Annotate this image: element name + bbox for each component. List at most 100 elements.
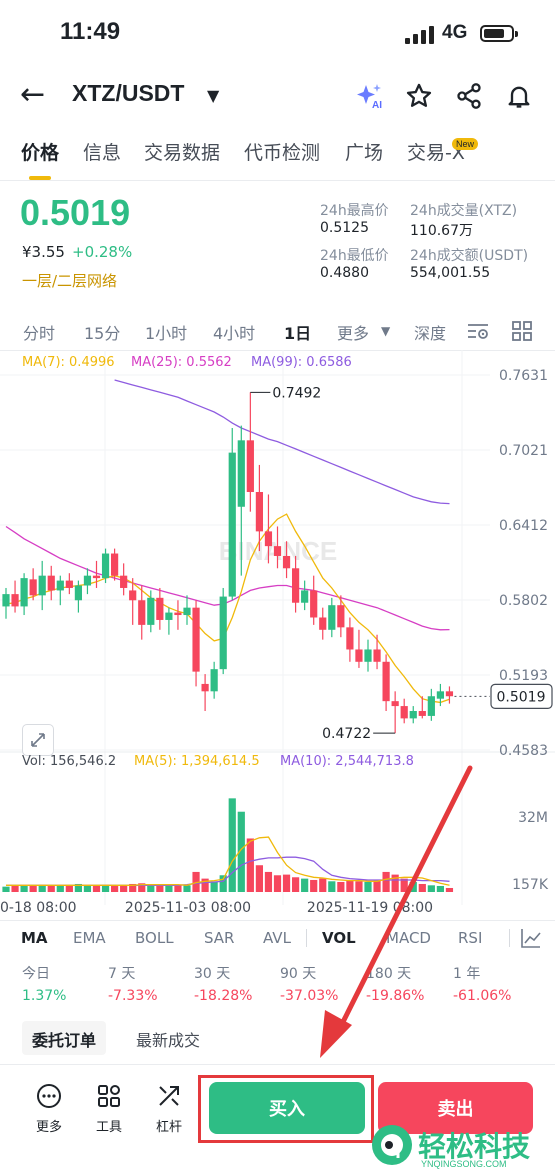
indicator-rsi[interactable]: RSI <box>458 929 482 947</box>
candle-body <box>210 669 218 692</box>
network-type: 4G <box>442 22 468 43</box>
indicator-macd[interactable]: MACD <box>386 929 431 947</box>
svg-text:AI: AI <box>372 100 382 111</box>
candle-body <box>120 575 128 588</box>
price-axis-label: 0.4583 <box>499 743 548 759</box>
volume-bar <box>264 871 273 892</box>
candle-body <box>29 579 37 596</box>
candle-body <box>147 597 155 625</box>
interval-depth[interactable]: 深度 <box>414 320 446 344</box>
candle-body <box>237 440 245 507</box>
volume-bar <box>301 878 309 892</box>
vol-legend: Vol: 156,546.2 <box>22 754 117 769</box>
interval-timeline[interactable]: 分时 <box>23 320 55 344</box>
interval-15m[interactable]: 15分 <box>84 320 120 344</box>
candle-body <box>174 612 182 616</box>
ma7-legend: MA(7): 0.4996 <box>22 355 115 370</box>
fullscreen-expand-icon[interactable] <box>22 724 54 756</box>
trading-pair-title[interactable]: XTZ/USDT <box>72 80 184 107</box>
star-favorite-icon[interactable] <box>403 80 435 112</box>
indicator-settings-icon[interactable] <box>520 927 542 953</box>
tools-grid-icon <box>95 1082 123 1110</box>
bottom-leverage-button[interactable]: 杠杆 <box>147 1082 191 1135</box>
volume-bar <box>92 885 101 892</box>
candle-body <box>192 607 200 672</box>
indicator-ma[interactable]: MA <box>21 929 48 947</box>
perf-label-1: 7 天 <box>108 966 136 982</box>
indicator-ema[interactable]: EMA <box>73 929 106 947</box>
share-icon[interactable] <box>453 80 485 112</box>
volume-bar <box>409 881 417 892</box>
volume-bar <box>20 885 28 892</box>
tab-info[interactable]: 信息 <box>83 138 121 165</box>
indicator-vol[interactable]: VOL <box>322 929 356 947</box>
candle-body <box>201 683 209 692</box>
tab-square[interactable]: 广场 <box>345 138 383 165</box>
stat-label-24h-volume: 24h成交量(XTZ) <box>410 203 518 219</box>
time-axis-label: 0-18 08:00 <box>0 900 77 916</box>
indicator-avl[interactable]: AVL <box>263 929 291 947</box>
ma25-legend: MA(25): 0.5562 <box>131 355 232 370</box>
volume-bar <box>183 885 191 892</box>
interval-1h[interactable]: 1小时 <box>145 320 187 344</box>
volume-axis-label: 32M <box>518 810 548 826</box>
tab-trading-data[interactable]: 交易数据 <box>144 138 220 165</box>
battery-icon <box>480 25 518 42</box>
bell-alert-icon[interactable] <box>503 80 535 112</box>
candle-body <box>47 575 55 591</box>
stat-value-24h-turnover: 554,001.55 <box>410 265 491 281</box>
network-tag[interactable]: 一层/二层网络 <box>22 270 117 291</box>
volume-bar <box>65 885 73 892</box>
candle-body <box>382 661 390 702</box>
volume-axis-label: 157K <box>512 877 549 893</box>
interval-more[interactable]: 更多 <box>337 320 369 344</box>
bottom-tools-label: 工具 <box>95 1120 122 1135</box>
volume-bar <box>29 885 37 892</box>
stat-value-24h-low: 0.4880 <box>320 265 369 281</box>
candle-body <box>2 594 10 607</box>
current-price-label: 0.5019 <box>497 689 546 705</box>
indicator-sar[interactable]: SAR <box>204 929 234 947</box>
candle-body <box>183 607 191 616</box>
volume-bar <box>174 885 182 892</box>
volume-bar <box>273 875 282 892</box>
interval-1d[interactable]: 1日 <box>284 320 311 344</box>
pair-dropdown-caret-icon[interactable]: ▼ <box>207 86 219 105</box>
layout-grid-icon[interactable] <box>511 320 533 346</box>
candle-body <box>219 596 227 670</box>
perf-value-2: -18.28% <box>194 988 253 1004</box>
candle-body <box>364 649 372 662</box>
candle-body <box>273 546 282 556</box>
indicator-separator-2 <box>509 929 510 947</box>
perf-label-2: 30 天 <box>194 966 231 982</box>
tab-token-check[interactable]: 代币检测 <box>244 138 320 165</box>
candle-body <box>101 553 110 579</box>
tab-price[interactable]: 价格 <box>21 138 59 165</box>
perf-label-4: 180 天 <box>366 966 412 982</box>
candlestick-chart[interactable]: BINANCE 0.74920.47220.5019 0.76310.70210… <box>0 350 555 920</box>
indicator-boll[interactable]: BOLL <box>135 929 174 947</box>
chart-settings-icon[interactable] <box>466 320 490 346</box>
candle-body <box>445 691 454 697</box>
volume-bar <box>445 887 454 892</box>
interval-more-caret-icon[interactable]: ▼ <box>381 324 390 338</box>
bottom-more-button[interactable]: 更多 <box>27 1082 71 1135</box>
leverage-icon <box>155 1082 183 1110</box>
candle-body <box>337 605 345 628</box>
volume-bar <box>282 874 291 892</box>
tabs-divider <box>0 180 555 181</box>
interval-4h[interactable]: 4小时 <box>213 320 255 344</box>
indicator-divider <box>0 920 555 921</box>
bottom-tools-button[interactable]: 工具 <box>87 1082 131 1135</box>
volume-bar <box>373 880 381 892</box>
candle-body <box>74 585 82 601</box>
candle-body <box>319 617 327 630</box>
ai-sparkle-icon[interactable]: AI <box>354 80 386 112</box>
high-marker-label: 0.7492 <box>272 385 321 401</box>
chart-grid <box>0 350 555 905</box>
back-arrow-icon[interactable]: ← <box>20 80 45 110</box>
tab-latest-trades[interactable]: 最新成交 <box>126 1021 210 1055</box>
tab-orders[interactable]: 委托订单 <box>22 1021 107 1055</box>
bottom-leverage-label: 杠杆 <box>155 1120 182 1135</box>
time-axis-label: 2025-11-19 08:00 <box>307 900 433 916</box>
